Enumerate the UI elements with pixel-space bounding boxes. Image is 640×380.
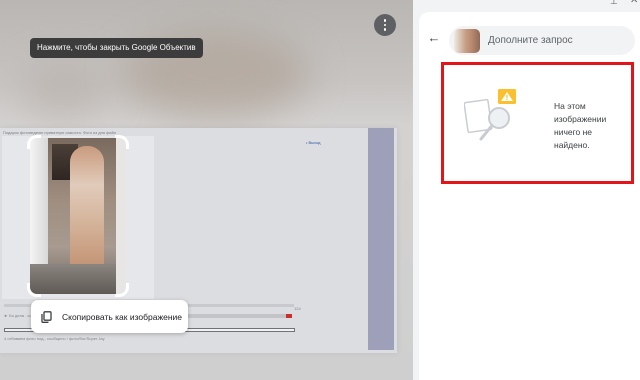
snapshot-caption: Подарок фотоведеню приватную самостя. Фо… — [3, 130, 117, 135]
photo-floor — [30, 264, 126, 294]
arrow-left-icon: ← — [427, 30, 441, 45]
results-card: ← Дополните запрос На этом изображении н… — [419, 12, 640, 380]
selection-corner-handle[interactable] — [27, 135, 41, 149]
back-button[interactable]: ← — [427, 31, 441, 45]
blurred-background — [20, 60, 110, 120]
snapshot-footer-line: ► Бо дела . со — [4, 313, 32, 318]
photo-door — [116, 138, 126, 294]
pin-icon[interactable]: ⊥ — [610, 0, 618, 7]
selected-image[interactable] — [30, 138, 126, 294]
more-options-button[interactable] — [374, 14, 396, 36]
more-vertical-icon — [383, 19, 387, 31]
no-results-highlight: На этом изображении ничего не найдено. — [441, 62, 634, 184]
query-input[interactable]: Дополните запрос — [449, 26, 635, 55]
panel-topbar: ⊥ ✕ — [413, 0, 640, 10]
close-lens-tooltip[interactable]: Нажмите, чтобы закрыть Google Объектив — [30, 38, 203, 58]
snapshot-sidebar — [368, 128, 394, 350]
snapshot-close-dot — [286, 314, 292, 318]
query-placeholder: Дополните запрос — [488, 35, 573, 46]
snapshot-link: • Выход — [306, 140, 321, 145]
close-icon[interactable]: ✕ — [630, 0, 638, 6]
no-results-icon — [464, 89, 516, 141]
photo-figure — [70, 146, 104, 276]
no-results-message: На этом изображении ничего не найдено. — [554, 101, 607, 150]
copy-as-image-button[interactable]: Скопировать как изображение — [31, 300, 188, 333]
lens-side-panel: ⊥ ✕ ← Дополните запрос На этом изображен… — [413, 0, 640, 380]
query-image-thumbnail[interactable] — [454, 28, 480, 53]
copy-icon — [41, 310, 52, 323]
lens-overlay-stage[interactable]: Подарок фотоведеню приватную самостя. Фо… — [0, 0, 413, 380]
snapshot-page-badge: 124 — [294, 306, 301, 311]
snapshot-footer-line: 4 отбиваем фото под-, сообщено / фото/бо… — [4, 336, 105, 341]
copy-as-image-label: Скопировать как изображение — [62, 311, 183, 322]
